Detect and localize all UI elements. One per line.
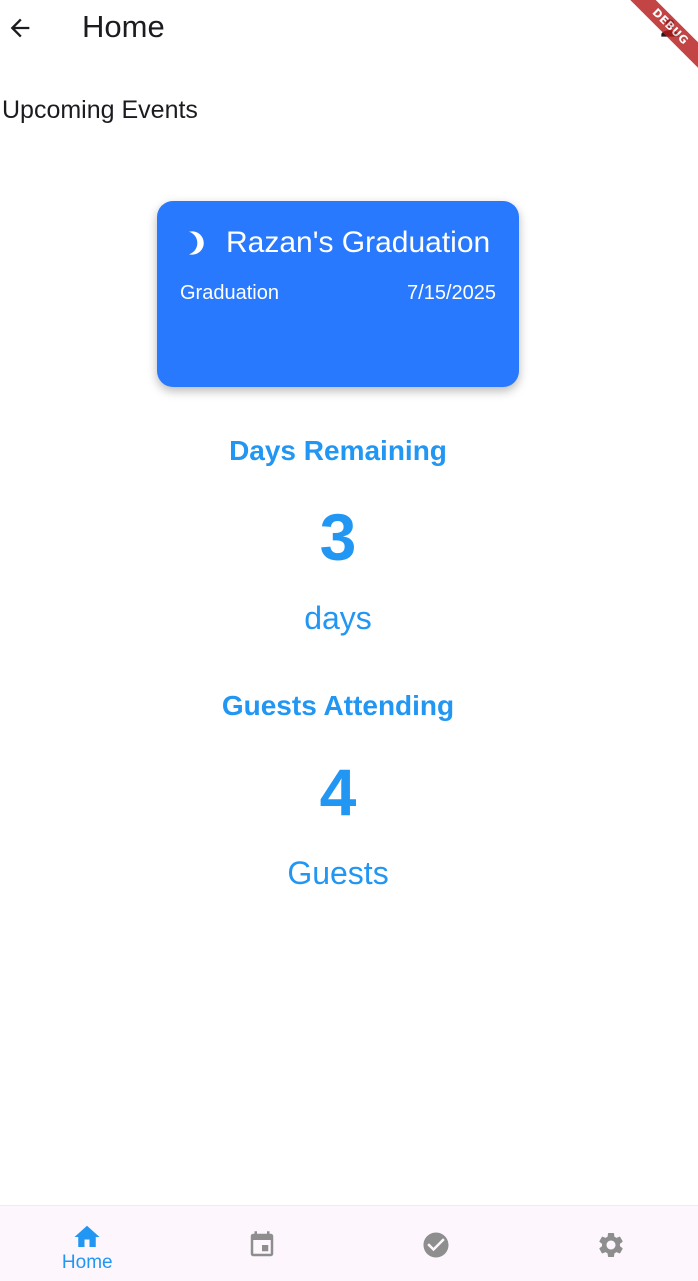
home-icon <box>72 1222 102 1252</box>
nav-item-home[interactable]: Home <box>0 1206 175 1281</box>
arrow-back-icon <box>6 14 34 42</box>
nav-item-calendar[interactable] <box>175 1206 350 1281</box>
moon-icon <box>181 229 209 257</box>
guests-attending-label: Guests Attending <box>0 689 676 723</box>
gear-icon <box>596 1230 626 1260</box>
back-button[interactable] <box>0 6 40 50</box>
calendar-icon <box>247 1230 277 1260</box>
nav-item-settings[interactable] <box>524 1206 698 1281</box>
days-remaining-value: 3 <box>0 500 676 574</box>
guests-attending-value: 4 <box>0 755 676 829</box>
event-type: Graduation <box>180 280 279 306</box>
days-remaining-label: Days Remaining <box>0 434 676 468</box>
check-circle-icon <box>421 1230 451 1260</box>
app-bar: Home <box>0 0 698 56</box>
nav-label-home: Home <box>62 1252 113 1274</box>
event-date: 7/15/2025 <box>407 280 496 306</box>
bottom-navigation: Home <box>0 1205 698 1281</box>
page-title: Home <box>82 8 165 46</box>
event-card[interactable]: Razan's Graduation Graduation 7/15/2025 <box>157 201 519 387</box>
days-remaining-unit: days <box>0 599 676 637</box>
nav-item-tasks[interactable] <box>349 1206 524 1281</box>
section-title: Upcoming Events <box>2 94 198 126</box>
person-icon <box>657 15 683 41</box>
event-title: Razan's Graduation <box>226 224 490 262</box>
guests-attending-unit: Guests <box>0 854 676 892</box>
profile-button[interactable] <box>654 12 686 44</box>
